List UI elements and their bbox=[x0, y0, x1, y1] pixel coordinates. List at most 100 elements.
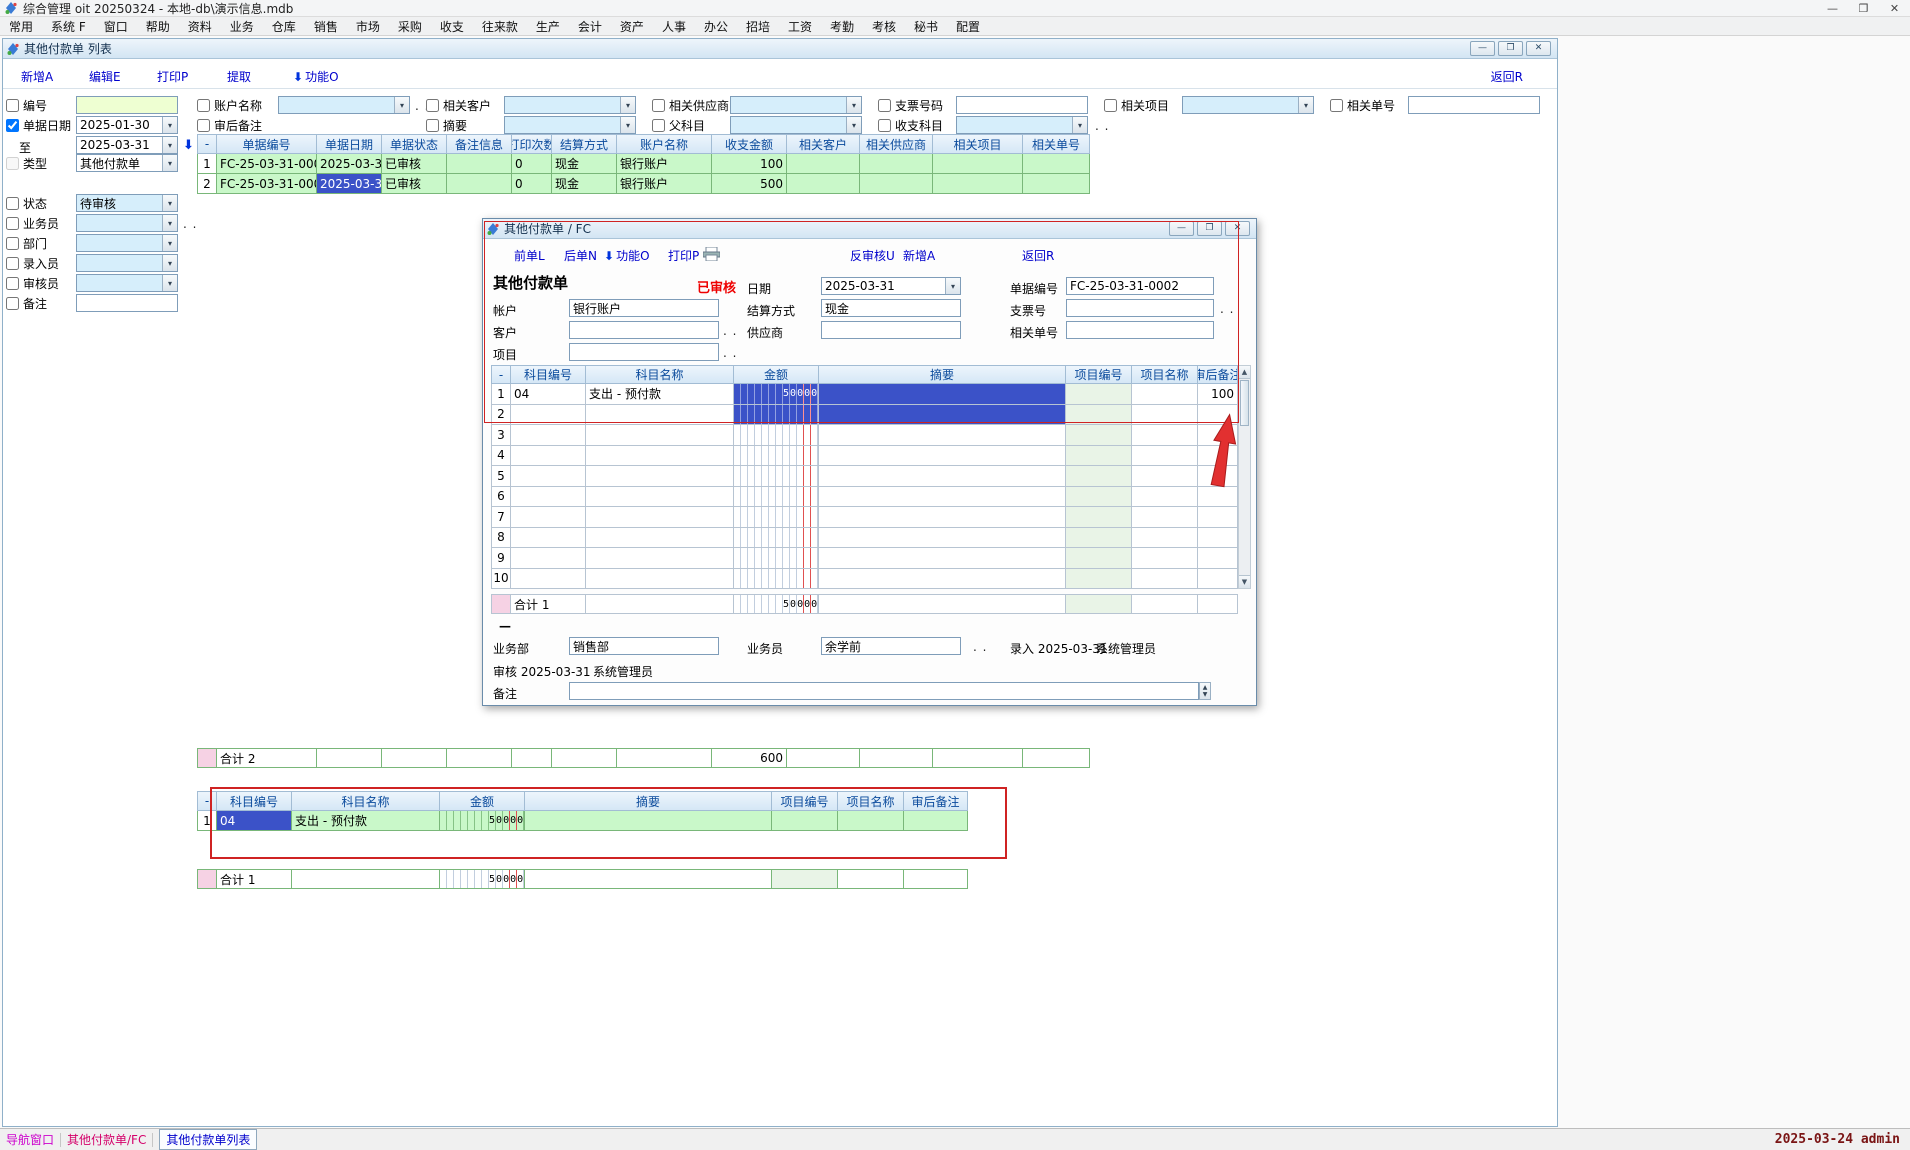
code-filter-checkbox[interactable] bbox=[6, 99, 19, 112]
dept-dropdown[interactable]: ▾ bbox=[76, 234, 178, 252]
menu-item-18[interactable]: 工资 bbox=[779, 18, 821, 35]
filter-input[interactable] bbox=[1408, 96, 1540, 114]
menu-item-14[interactable]: 资产 bbox=[611, 18, 653, 35]
ellipsis-button[interactable]: . . bbox=[973, 640, 987, 654]
status-filter-checkbox[interactable] bbox=[6, 197, 19, 210]
grid-cell[interactable] bbox=[1066, 548, 1132, 569]
maximize-button[interactable]: ❐ bbox=[1498, 41, 1523, 56]
grid-cell[interactable] bbox=[586, 507, 734, 528]
date-to-picker[interactable]: 2025-03-31 ▾ bbox=[76, 136, 178, 154]
table-cell[interactable]: 银行账户 bbox=[617, 154, 712, 174]
date-filter-checkbox[interactable] bbox=[6, 119, 19, 132]
grid-cell[interactable] bbox=[734, 466, 819, 487]
new-button[interactable]: 新增A bbox=[903, 247, 935, 264]
filter-dropdown[interactable]: ▾ bbox=[1182, 96, 1314, 114]
table-cell[interactable] bbox=[787, 154, 860, 174]
grid-cell[interactable] bbox=[1198, 569, 1238, 590]
menu-item-1[interactable]: 系统 F bbox=[42, 18, 95, 35]
table-cell[interactable] bbox=[447, 174, 512, 194]
grid-cell[interactable] bbox=[525, 811, 772, 831]
maximize-button[interactable]: ❐ bbox=[1197, 221, 1222, 236]
project-input[interactable] bbox=[569, 343, 719, 361]
close-button[interactable]: ✕ bbox=[1225, 221, 1250, 236]
filter-checkbox[interactable] bbox=[197, 99, 210, 112]
filter-dropdown[interactable]: ▾ bbox=[730, 116, 862, 134]
auditor-dropdown[interactable]: ▾ bbox=[76, 274, 178, 292]
dropdown-icon[interactable]: ▾ bbox=[1072, 117, 1087, 133]
scroll-up-icon[interactable]: ▲ bbox=[1239, 366, 1250, 379]
salesman-filter-checkbox[interactable] bbox=[6, 217, 19, 230]
table-cell[interactable]: 2025-03-31 bbox=[317, 174, 382, 194]
menu-item-16[interactable]: 办公 bbox=[695, 18, 737, 35]
grid-cell[interactable] bbox=[1066, 466, 1132, 487]
next-doc-button[interactable]: 后单N bbox=[564, 247, 597, 264]
print-button[interactable]: 打印P bbox=[668, 247, 699, 264]
table-cell[interactable]: FC-25-03-31-0002 bbox=[217, 174, 317, 194]
dropdown-icon[interactable]: ▾ bbox=[162, 195, 177, 211]
table-cell[interactable] bbox=[860, 154, 933, 174]
grid-cell[interactable] bbox=[1132, 446, 1198, 467]
table-cell[interactable]: 2025-03-31 bbox=[317, 154, 382, 174]
customer-input[interactable] bbox=[569, 321, 719, 339]
statusbar-nav-tab[interactable]: 导航窗口 bbox=[6, 1131, 54, 1148]
filter-dropdown[interactable]: ▾ bbox=[504, 116, 636, 134]
grid-cell[interactable] bbox=[1132, 487, 1198, 508]
toolbar-functions-button[interactable]: ⬇功能O bbox=[293, 68, 339, 85]
calendar-dropdown-icon[interactable]: ▾ bbox=[945, 278, 960, 294]
unaudit-button[interactable]: 反审核U bbox=[850, 247, 895, 264]
grid-cell[interactable] bbox=[819, 446, 1066, 467]
grid-cell[interactable]: 支出 - 预付款 bbox=[292, 811, 440, 831]
table-cell[interactable] bbox=[787, 174, 860, 194]
grid-cell[interactable] bbox=[819, 384, 1066, 405]
grid-cell[interactable] bbox=[772, 811, 838, 831]
table-cell[interactable]: 现金 bbox=[552, 174, 617, 194]
dropdown-icon[interactable]: ▾ bbox=[162, 235, 177, 251]
grid-cell[interactable] bbox=[819, 405, 1066, 426]
filter-dropdown[interactable]: ▾ bbox=[956, 116, 1088, 134]
dept-filter-checkbox[interactable] bbox=[6, 237, 19, 250]
grid-cell[interactable] bbox=[734, 528, 819, 549]
dropdown-icon[interactable]: ▾ bbox=[846, 97, 861, 113]
grid-cell[interactable] bbox=[819, 466, 1066, 487]
grid-cell[interactable] bbox=[586, 548, 734, 569]
grid-cell[interactable] bbox=[586, 569, 734, 590]
filter-checkbox[interactable] bbox=[1330, 99, 1343, 112]
grid-cell[interactable] bbox=[734, 405, 819, 426]
note-spinner[interactable]: ▲▼ bbox=[1199, 682, 1211, 700]
grid-cell[interactable] bbox=[586, 487, 734, 508]
grid-cell[interactable] bbox=[1132, 384, 1198, 405]
grid-cell[interactable]: 支出 - 预付款 bbox=[586, 384, 734, 405]
filter-checkbox[interactable] bbox=[1104, 99, 1117, 112]
grid-cell[interactable]: 04 bbox=[511, 384, 586, 405]
ellipsis-button[interactable]: . . bbox=[1095, 119, 1109, 133]
grid-cell[interactable] bbox=[838, 811, 904, 831]
grid-cell[interactable] bbox=[1132, 569, 1198, 590]
grid-cell[interactable] bbox=[511, 548, 586, 569]
grid-cell[interactable] bbox=[819, 569, 1066, 590]
dropdown-icon[interactable]: ▾ bbox=[162, 155, 177, 171]
status-dropdown[interactable]: 待审核 ▾ bbox=[76, 194, 178, 212]
grid-cell[interactable] bbox=[819, 507, 1066, 528]
grid-cell[interactable] bbox=[586, 405, 734, 426]
table-cell[interactable] bbox=[860, 174, 933, 194]
grid-cell[interactable] bbox=[734, 487, 819, 508]
dropdown-icon[interactable]: ▾ bbox=[846, 117, 861, 133]
entry-filter-checkbox[interactable] bbox=[6, 257, 19, 270]
grid-cell[interactable] bbox=[1132, 528, 1198, 549]
filter-dropdown[interactable]: ▾ bbox=[504, 96, 636, 114]
grid-cell[interactable] bbox=[734, 569, 819, 590]
grid-cell[interactable] bbox=[819, 548, 1066, 569]
filter-checkbox[interactable] bbox=[878, 99, 891, 112]
date-picker[interactable]: 2025-03-31 ▾ bbox=[821, 277, 961, 295]
menu-item-0[interactable]: 常用 bbox=[0, 18, 42, 35]
grid-cell[interactable] bbox=[511, 425, 586, 446]
filter-checkbox[interactable] bbox=[878, 119, 891, 132]
cheque-input[interactable] bbox=[1066, 299, 1214, 317]
minimize-button[interactable]: — bbox=[1169, 221, 1194, 236]
menu-item-8[interactable]: 市场 bbox=[347, 18, 389, 35]
grid-cell[interactable]: 100 bbox=[1198, 384, 1238, 405]
toolbar-print-button[interactable]: 打印P bbox=[157, 68, 188, 85]
entry-dropdown[interactable]: ▾ bbox=[76, 254, 178, 272]
grid-cell[interactable] bbox=[511, 446, 586, 467]
grid-cell[interactable] bbox=[1132, 466, 1198, 487]
